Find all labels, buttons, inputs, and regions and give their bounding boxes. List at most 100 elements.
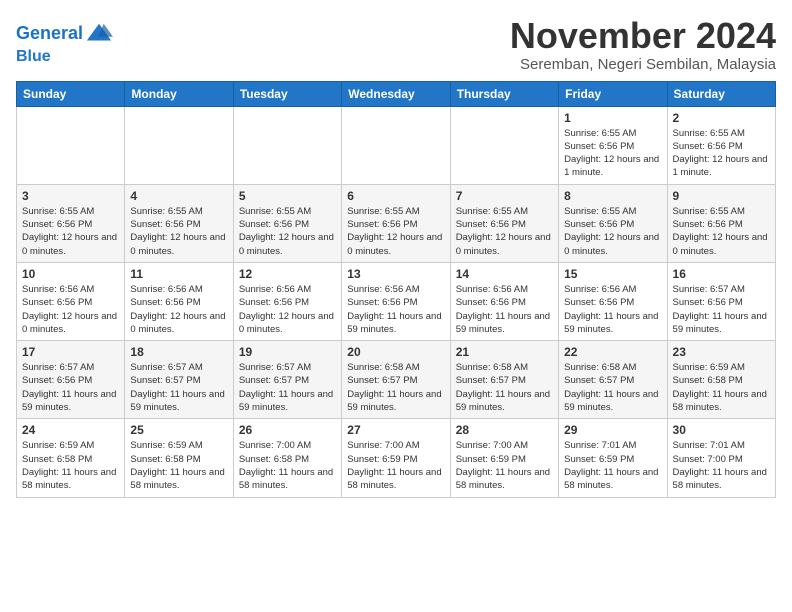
day-number: 15 bbox=[564, 267, 661, 281]
day-number: 9 bbox=[673, 189, 770, 203]
day-number: 30 bbox=[673, 423, 770, 437]
day-number: 10 bbox=[22, 267, 119, 281]
subtitle: Seremban, Negeri Sembilan, Malaysia bbox=[510, 56, 776, 73]
weekday-header-thursday: Thursday bbox=[450, 81, 558, 106]
calendar-cell: 6 Sunrise: 6:55 AM Sunset: 6:56 PM Daylig… bbox=[342, 184, 450, 262]
day-number: 8 bbox=[564, 189, 661, 203]
weekday-header-saturday: Saturday bbox=[667, 81, 775, 106]
calendar-cell: 13Sunrise: 6:56 AM Sunset: 6:56 PM Dayli… bbox=[342, 262, 450, 340]
day-number: 17 bbox=[22, 345, 119, 359]
calendar-cell: 24 Sunrise: 6:59 AM Sunset: 6:58 PM Dayli… bbox=[17, 419, 125, 497]
day-number: 21 bbox=[456, 345, 553, 359]
calendar-cell bbox=[125, 106, 233, 184]
day-number: 19 bbox=[239, 345, 336, 359]
day-number: 6 bbox=[347, 189, 444, 203]
day-number: 25 bbox=[130, 423, 227, 437]
calendar-cell: 11 Sunrise: 6:56 AM Sunset: 6:56 PM Dayli… bbox=[125, 262, 233, 340]
calendar-week-row: 24 Sunrise: 6:59 AM Sunset: 6:58 PM Dayli… bbox=[17, 419, 776, 497]
calendar-week-row: 1 Sunrise: 6:55 AM Sunset: 6:56 PM Daylig… bbox=[17, 106, 776, 184]
calendar-week-row: 17Sunrise: 6:57 AM Sunset: 6:56 PM Dayli… bbox=[17, 341, 776, 419]
weekday-header-monday: Monday bbox=[125, 81, 233, 106]
weekday-header-tuesday: Tuesday bbox=[233, 81, 341, 106]
day-info: Sunrise: 6:57 AM Sunset: 6:57 PM Dayligh… bbox=[239, 361, 336, 414]
day-number: 5 bbox=[239, 189, 336, 203]
day-info: Sunrise: 6:55 AM Sunset: 6:56 PM Dayligh… bbox=[22, 205, 119, 258]
day-number: 11 bbox=[130, 267, 227, 281]
day-info: Sunrise: 6:55 AM Sunset: 6:56 PM Dayligh… bbox=[239, 205, 336, 258]
day-info: Sunrise: 6:57 AM Sunset: 6:57 PM Dayligh… bbox=[130, 361, 227, 414]
day-number: 16 bbox=[673, 267, 770, 281]
day-info: Sunrise: 6:58 AM Sunset: 6:57 PM Dayligh… bbox=[347, 361, 444, 414]
day-info: Sunrise: 6:55 AM Sunset: 6:56 PM Dayligh… bbox=[673, 205, 770, 258]
day-number: 1 bbox=[564, 111, 661, 125]
calendar-cell: 19 Sunrise: 6:57 AM Sunset: 6:57 PM Dayli… bbox=[233, 341, 341, 419]
calendar-cell: 29 Sunrise: 7:01 AM Sunset: 6:59 PM Dayli… bbox=[559, 419, 667, 497]
weekday-header-wednesday: Wednesday bbox=[342, 81, 450, 106]
day-number: 2 bbox=[673, 111, 770, 125]
calendar-cell: 18 Sunrise: 6:57 AM Sunset: 6:57 PM Dayli… bbox=[125, 341, 233, 419]
calendar-cell: 14Sunrise: 6:56 AM Sunset: 6:56 PM Dayli… bbox=[450, 262, 558, 340]
calendar-cell bbox=[342, 106, 450, 184]
calendar-cell: 15 Sunrise: 6:56 AM Sunset: 6:56 PM Dayli… bbox=[559, 262, 667, 340]
calendar-cell: 1 Sunrise: 6:55 AM Sunset: 6:56 PM Daylig… bbox=[559, 106, 667, 184]
day-number: 24 bbox=[22, 423, 119, 437]
day-number: 28 bbox=[456, 423, 553, 437]
calendar-cell: 10 Sunrise: 6:56 AM Sunset: 6:56 PM Dayli… bbox=[17, 262, 125, 340]
logo: General Blue bbox=[16, 20, 113, 66]
weekday-header-sunday: Sunday bbox=[17, 81, 125, 106]
calendar-cell: 7Sunrise: 6:55 AM Sunset: 6:56 PM Daylig… bbox=[450, 184, 558, 262]
calendar-cell: 8Sunrise: 6:55 AM Sunset: 6:56 PM Daylig… bbox=[559, 184, 667, 262]
day-info: Sunrise: 6:55 AM Sunset: 6:56 PM Dayligh… bbox=[130, 205, 227, 258]
day-info: Sunrise: 6:55 AM Sunset: 6:56 PM Dayligh… bbox=[347, 205, 444, 258]
calendar-cell: 5 Sunrise: 6:55 AM Sunset: 6:56 PM Daylig… bbox=[233, 184, 341, 262]
day-number: 23 bbox=[673, 345, 770, 359]
day-info: Sunrise: 6:59 AM Sunset: 6:58 PM Dayligh… bbox=[22, 439, 119, 492]
day-info: Sunrise: 6:58 AM Sunset: 6:57 PM Dayligh… bbox=[564, 361, 661, 414]
day-info: Sunrise: 7:01 AM Sunset: 7:00 PM Dayligh… bbox=[673, 439, 770, 492]
weekday-header-row: SundayMondayTuesdayWednesdayThursdayFrid… bbox=[17, 81, 776, 106]
day-info: Sunrise: 7:00 AM Sunset: 6:59 PM Dayligh… bbox=[347, 439, 444, 492]
weekday-header-friday: Friday bbox=[559, 81, 667, 106]
day-number: 12 bbox=[239, 267, 336, 281]
logo-line2: Blue bbox=[16, 48, 113, 66]
day-info: Sunrise: 6:55 AM Sunset: 6:56 PM Dayligh… bbox=[564, 127, 661, 180]
calendar-cell: 2 Sunrise: 6:55 AM Sunset: 6:56 PM Daylig… bbox=[667, 106, 775, 184]
day-number: 29 bbox=[564, 423, 661, 437]
calendar-cell: 22 Sunrise: 6:58 AM Sunset: 6:57 PM Dayli… bbox=[559, 341, 667, 419]
logo-icon bbox=[85, 20, 113, 48]
day-info: Sunrise: 6:58 AM Sunset: 6:57 PM Dayligh… bbox=[456, 361, 553, 414]
calendar-table: SundayMondayTuesdayWednesdayThursdayFrid… bbox=[16, 81, 776, 498]
calendar-cell: 25 Sunrise: 6:59 AM Sunset: 6:58 PM Dayli… bbox=[125, 419, 233, 497]
day-info: Sunrise: 6:56 AM Sunset: 6:56 PM Dayligh… bbox=[564, 283, 661, 336]
day-number: 7 bbox=[456, 189, 553, 203]
day-number: 26 bbox=[239, 423, 336, 437]
calendar-cell: 23 Sunrise: 6:59 AM Sunset: 6:58 PM Dayli… bbox=[667, 341, 775, 419]
calendar-cell bbox=[450, 106, 558, 184]
day-info: Sunrise: 6:56 AM Sunset: 6:56 PM Dayligh… bbox=[130, 283, 227, 336]
day-info: Sunrise: 6:59 AM Sunset: 6:58 PM Dayligh… bbox=[673, 361, 770, 414]
day-number: 14 bbox=[456, 267, 553, 281]
day-info: Sunrise: 6:59 AM Sunset: 6:58 PM Dayligh… bbox=[130, 439, 227, 492]
day-info: Sunrise: 6:57 AM Sunset: 6:56 PM Dayligh… bbox=[673, 283, 770, 336]
calendar-cell: 30 Sunrise: 7:01 AM Sunset: 7:00 PM Dayli… bbox=[667, 419, 775, 497]
day-info: Sunrise: 6:55 AM Sunset: 6:56 PM Dayligh… bbox=[673, 127, 770, 180]
title-block: November 2024 Seremban, Negeri Sembilan,… bbox=[510, 16, 776, 73]
calendar-cell: 9 Sunrise: 6:55 AM Sunset: 6:56 PM Daylig… bbox=[667, 184, 775, 262]
calendar-cell: 21 Sunrise: 6:58 AM Sunset: 6:57 PM Dayli… bbox=[450, 341, 558, 419]
day-info: Sunrise: 7:01 AM Sunset: 6:59 PM Dayligh… bbox=[564, 439, 661, 492]
day-number: 3 bbox=[22, 189, 119, 203]
day-info: Sunrise: 6:56 AM Sunset: 6:56 PM Dayligh… bbox=[239, 283, 336, 336]
day-number: 22 bbox=[564, 345, 661, 359]
calendar-cell: 27 Sunrise: 7:00 AM Sunset: 6:59 PM Dayli… bbox=[342, 419, 450, 497]
day-info: Sunrise: 6:56 AM Sunset: 6:56 PM Dayligh… bbox=[22, 283, 119, 336]
calendar-cell: 4 Sunrise: 6:55 AM Sunset: 6:56 PM Daylig… bbox=[125, 184, 233, 262]
day-number: 13 bbox=[347, 267, 444, 281]
calendar-week-row: 10 Sunrise: 6:56 AM Sunset: 6:56 PM Dayli… bbox=[17, 262, 776, 340]
calendar-week-row: 3 Sunrise: 6:55 AM Sunset: 6:56 PM Daylig… bbox=[17, 184, 776, 262]
calendar-cell: 28Sunrise: 7:00 AM Sunset: 6:59 PM Dayli… bbox=[450, 419, 558, 497]
day-number: 27 bbox=[347, 423, 444, 437]
day-number: 18 bbox=[130, 345, 227, 359]
calendar-cell: 16 Sunrise: 6:57 AM Sunset: 6:56 PM Dayli… bbox=[667, 262, 775, 340]
calendar-cell: 12 Sunrise: 6:56 AM Sunset: 6:56 PM Dayli… bbox=[233, 262, 341, 340]
day-number: 4 bbox=[130, 189, 227, 203]
